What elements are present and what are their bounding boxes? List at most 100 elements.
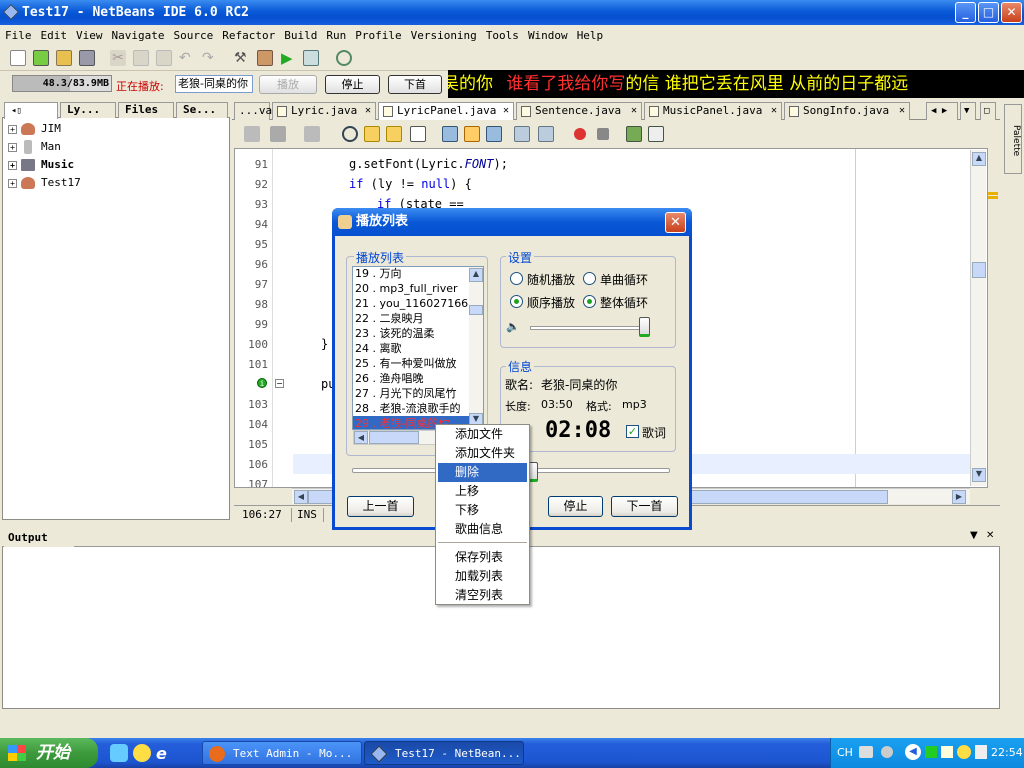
prev-song-button[interactable]: 上一首 — [347, 496, 414, 517]
forward-icon[interactable] — [270, 126, 286, 142]
shift-left-icon[interactable] — [514, 126, 530, 142]
maximize-button[interactable]: □ — [978, 2, 999, 23]
output-menu-icon[interactable]: ▼ — [970, 530, 978, 541]
menu-delete[interactable]: 删除 — [438, 463, 527, 482]
minimize-button[interactable]: _ — [955, 2, 976, 23]
list-item[interactable]: 20 . mp3_full_river — [353, 281, 469, 296]
tab-list-dropdown-icon[interactable]: ▼ — [960, 102, 976, 120]
scroll-left-icon[interactable]: ◀ — [294, 490, 308, 504]
list-item[interactable]: 23 . 该死的温柔 — [353, 326, 469, 341]
panel-toggle-icon[interactable]: ◂▯ — [11, 106, 22, 116]
menu-file[interactable]: File — [0, 26, 36, 43]
palette-side-tab[interactable]: Palette — [1004, 104, 1022, 174]
ie-browser-icon[interactable]: e — [156, 744, 174, 763]
undo-icon[interactable]: ↶ — [179, 50, 195, 66]
paste-icon[interactable] — [156, 50, 172, 66]
playlist-scrollbar[interactable]: ▲ ▼ — [469, 267, 483, 429]
menu-load-list[interactable]: 加载列表 — [438, 567, 527, 586]
tree-item-jim[interactable]: + JIM — [8, 120, 61, 138]
network-icon[interactable] — [941, 746, 953, 758]
toggle-highlight-icon[interactable] — [410, 126, 426, 142]
tray-app-icon[interactable] — [925, 746, 937, 758]
tab-overflow[interactable]: ...va — [234, 102, 272, 120]
play-button[interactable]: 播放 — [259, 75, 317, 94]
list-item[interactable]: 21 . you_1160271668 — [353, 296, 469, 311]
playlist-list[interactable]: 19 . 万向 20 . mp3_full_river 21 . you_116… — [352, 266, 484, 430]
menu-edit[interactable]: Edit — [36, 26, 72, 43]
menu-window[interactable]: Window — [523, 26, 572, 43]
list-item[interactable]: 27 . 月光下的凤尾竹 — [353, 386, 469, 401]
profile-icon[interactable] — [336, 50, 352, 66]
scroll-thumb[interactable] — [469, 305, 483, 315]
scroll-up-icon[interactable]: ▲ — [469, 268, 483, 282]
ie-quicklaunch-icon[interactable] — [110, 744, 128, 762]
volume-slider-thumb[interactable] — [639, 317, 650, 337]
debug-icon[interactable] — [303, 50, 319, 66]
find-next-icon[interactable] — [386, 126, 402, 142]
next-song-button[interactable]: 下一首 — [611, 496, 678, 517]
expand-icon[interactable]: + — [8, 142, 17, 152]
menu-song-info[interactable]: 歌曲信息 — [438, 520, 527, 539]
next-bookmark-icon[interactable] — [464, 126, 480, 142]
copy-icon[interactable] — [133, 50, 149, 66]
volume-slider-track[interactable] — [530, 326, 648, 330]
run-icon[interactable]: ▶ — [281, 50, 297, 66]
prev-bookmark-icon[interactable] — [442, 126, 458, 142]
maximize-editor-icon[interactable]: □ — [980, 102, 996, 120]
close-tab-icon[interactable]: ✕ — [503, 103, 509, 119]
menu-refactor[interactable]: Refactor — [217, 26, 279, 43]
last-edit-icon[interactable] — [304, 126, 320, 142]
menu-profile[interactable]: Profile — [350, 26, 405, 43]
menu-move-down[interactable]: 下移 — [438, 501, 527, 520]
tab-lyricpanel-java[interactable]: LyricPanel.java ✕ — [378, 102, 514, 120]
menu-add-file[interactable]: 添加文件 — [438, 425, 527, 444]
tree-item-music[interactable]: + Music — [8, 156, 74, 174]
volume-tray-icon[interactable] — [975, 745, 987, 759]
start-button[interactable]: 开始 — [0, 738, 98, 768]
qq-tray-icon[interactable] — [957, 745, 971, 759]
open-project-icon[interactable] — [56, 50, 72, 66]
menu-view[interactable]: View — [71, 26, 107, 43]
find-prev-icon[interactable] — [364, 126, 380, 142]
shift-right-icon[interactable] — [538, 126, 554, 142]
menu-run[interactable]: Run — [321, 26, 350, 43]
sequential-radio[interactable] — [510, 295, 523, 308]
scroll-left-icon[interactable]: ◀ — [354, 431, 368, 444]
scroll-up-icon[interactable]: ▲ — [972, 152, 986, 166]
tab-files[interactable]: Files — [118, 102, 174, 118]
keyboard-icon[interactable] — [859, 746, 873, 758]
all-loop-radio[interactable] — [583, 295, 596, 308]
menu-navigate[interactable]: Navigate — [107, 26, 169, 43]
scroll-down-icon[interactable]: ▼ — [972, 468, 986, 482]
h-scroll-thumb[interactable] — [369, 431, 419, 444]
toggle-bookmark-icon[interactable] — [486, 126, 502, 142]
record-macro-icon[interactable] — [574, 128, 586, 140]
clean-build-icon[interactable] — [257, 50, 273, 66]
tree-item-test17[interactable]: + Test17 — [8, 174, 81, 192]
menu-save-list[interactable]: 保存列表 — [438, 548, 527, 567]
scroll-thumb[interactable] — [972, 262, 986, 278]
uncomment-icon[interactable] — [648, 126, 664, 142]
new-file-icon[interactable] — [10, 50, 26, 66]
tree-item-man[interactable]: + Man — [8, 138, 61, 156]
tab-lyric-java[interactable]: Lyric.java ✕ — [272, 102, 376, 120]
close-tab-icon[interactable]: ✕ — [899, 103, 905, 119]
next-track-button[interactable]: 下首 — [388, 75, 442, 94]
tab-projects[interactable]: ◂▯ — [4, 102, 58, 119]
input-language[interactable]: CH — [837, 738, 853, 768]
menu-move-up[interactable]: 上移 — [438, 482, 527, 501]
list-item[interactable]: 22 . 二泉映月 — [353, 311, 469, 326]
scroll-right-icon[interactable]: ▶ — [952, 490, 966, 504]
close-tab-icon[interactable]: ✕ — [631, 103, 637, 119]
list-item[interactable]: 25 . 有一种爱叫做放 — [353, 356, 469, 371]
redo-icon[interactable]: ↷ — [202, 50, 218, 66]
random-radio[interactable] — [510, 272, 523, 285]
output-tab[interactable]: Output — [4, 531, 74, 547]
menu-tools[interactable]: Tools — [481, 26, 523, 43]
save-all-icon[interactable] — [79, 50, 95, 66]
close-button[interactable]: ✕ — [1001, 2, 1022, 23]
menu-source[interactable]: Source — [168, 26, 217, 43]
tab-sentence-java[interactable]: Sentence.java ✕ — [516, 102, 642, 120]
menu-build[interactable]: Build — [279, 26, 321, 43]
memory-indicator[interactable]: 48.3/83.9MB — [12, 75, 112, 92]
